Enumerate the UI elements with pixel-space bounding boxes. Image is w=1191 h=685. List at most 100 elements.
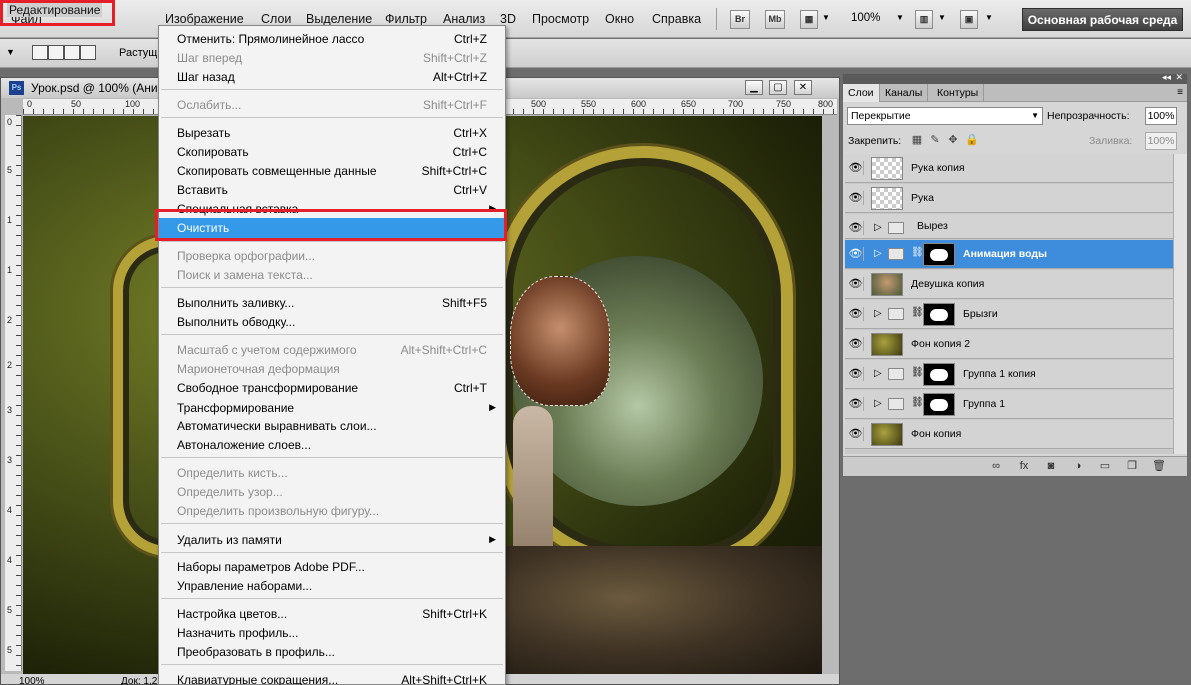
lock-pixels-icon[interactable]: ✎ xyxy=(929,134,941,146)
new-group-icon[interactable]: ▭ xyxy=(1098,460,1112,473)
new-selection-icon[interactable] xyxy=(32,45,48,60)
menu-item-spell-check[interactable]: Проверка орфографии... xyxy=(159,246,505,265)
chevron-down-icon[interactable]: ▼ xyxy=(822,13,830,22)
eye-icon[interactable]: 👁 xyxy=(848,221,864,235)
menu-item-assign-profile[interactable]: Назначить профиль... xyxy=(159,623,505,642)
eye-icon[interactable]: 👁 xyxy=(848,307,864,321)
menu-edit[interactable]: Редактирование xyxy=(7,3,103,17)
new-layer-icon[interactable]: ❐ xyxy=(1125,460,1139,473)
menu-item-pdf-presets[interactable]: Наборы параметров Adobe PDF... xyxy=(159,557,505,576)
intersect-selection-icon[interactable] xyxy=(80,45,96,60)
menu-item-fill[interactable]: Выполнить заливку... Shift+F5 xyxy=(159,293,505,312)
layer-row[interactable]: 👁 Рука xyxy=(845,184,1173,213)
menu-item-step-forward[interactable]: Шаг вперед Shift+Ctrl+Z xyxy=(159,48,505,67)
chevron-down-icon[interactable]: ▼ xyxy=(896,13,904,22)
menu-item-stroke[interactable]: Выполнить обводку... xyxy=(159,312,505,331)
tab-layers[interactable]: Слои xyxy=(843,84,880,102)
menu-item-paste[interactable]: Вставить Ctrl+V xyxy=(159,180,505,199)
menu-item-free-transform[interactable]: Свободное трансформирование Ctrl+T xyxy=(159,378,505,397)
layer-group-row[interactable]: 👁 ▷ Вырез xyxy=(845,214,1173,239)
zoom-level[interactable]: 100% xyxy=(851,12,880,24)
lock-position-icon[interactable]: ✥ xyxy=(947,134,959,146)
menu-view[interactable]: Просмотр xyxy=(532,12,589,26)
menu-item-define-shape[interactable]: Определить произвольную фигуру... xyxy=(159,501,505,520)
minimize-button[interactable]: ▁ xyxy=(745,80,763,95)
layer-group-row[interactable]: 👁 ▷ ⛓ Группа 1 xyxy=(845,390,1173,419)
menu-item-auto-blend[interactable]: Автоналожение слоев... xyxy=(159,435,505,454)
eye-icon[interactable]: 👁 xyxy=(848,397,864,411)
add-selection-icon[interactable] xyxy=(48,45,64,60)
menu-item-copy[interactable]: Скопировать Ctrl+C xyxy=(159,142,505,161)
blend-mode-select[interactable]: Перекрытие xyxy=(847,107,1043,125)
expand-arrow-icon[interactable]: ▷ xyxy=(874,368,882,379)
chevron-down-icon[interactable]: ▼ xyxy=(985,13,993,22)
menu-item-define-pattern[interactable]: Определить узор... xyxy=(159,482,505,501)
expand-arrow-icon[interactable]: ▷ xyxy=(874,248,882,259)
menu-analysis[interactable]: Анализ xyxy=(443,12,485,26)
menu-item-undo[interactable]: Отменить: Прямолинейное лассо Ctrl+Z xyxy=(159,29,505,48)
layer-row[interactable]: 👁 Фон копия 2 xyxy=(845,330,1173,359)
eye-icon[interactable]: 👁 xyxy=(848,161,864,175)
menu-item-find-replace[interactable]: Поиск и замена текста... xyxy=(159,265,505,284)
menu-filter[interactable]: Фильтр xyxy=(385,12,427,26)
extras-icon[interactable]: ▦ xyxy=(800,10,818,29)
menu-item-keyboard-shortcuts[interactable]: Клавиатурные сокращения... Alt+Shift+Ctrl… xyxy=(159,670,505,685)
opacity-field[interactable]: 100% xyxy=(1145,107,1177,125)
eye-icon[interactable]: 👁 xyxy=(848,277,864,291)
menu-item-fade[interactable]: Ослабить... Shift+Ctrl+F xyxy=(159,95,505,114)
layer-row[interactable]: 👁 Рука копия xyxy=(845,154,1173,183)
workspace-switcher[interactable]: Основная рабочая среда xyxy=(1022,8,1183,31)
menu-item-copy-merged[interactable]: Скопировать совмещенные данные Shift+Ctrl… xyxy=(159,161,505,180)
expand-arrow-icon[interactable]: ▷ xyxy=(874,398,882,409)
expand-arrow-icon[interactable]: ▷ xyxy=(874,222,882,233)
layer-row[interactable]: 👁 Девушка копия xyxy=(845,270,1173,299)
menu-item-purge[interactable]: Удалить из памяти ▶ xyxy=(159,530,505,549)
menu-image[interactable]: Изображение xyxy=(165,12,244,26)
eye-icon[interactable]: 👁 xyxy=(848,427,864,441)
screen-mode-icon[interactable]: ▣ xyxy=(960,10,978,29)
menu-3d[interactable]: 3D xyxy=(500,12,516,26)
panel-menu-icon[interactable]: ≡ xyxy=(1177,87,1183,98)
menu-item-puppet-warp[interactable]: Марионеточная деформация xyxy=(159,359,505,378)
eye-icon[interactable]: 👁 xyxy=(848,337,864,351)
menu-item-cut[interactable]: Вырезать Ctrl+X xyxy=(159,123,505,142)
lock-all-icon[interactable]: 🔒 xyxy=(965,134,979,146)
menu-item-color-settings[interactable]: Настройка цветов... Shift+Ctrl+K xyxy=(159,604,505,623)
panel-collapse-strip[interactable]: ◂◂ ✕ xyxy=(843,72,1187,84)
layer-group-row[interactable]: 👁 ▷ ⛓ Группа 1 копия xyxy=(845,360,1173,389)
menu-layers[interactable]: Слои xyxy=(261,12,291,26)
menu-item-preset-manager[interactable]: Управление наборами... xyxy=(159,576,505,595)
zoom-status[interactable]: 100% xyxy=(19,676,45,685)
link-layers-icon[interactable]: ∞ xyxy=(989,460,1003,473)
arrange-documents-icon[interactable]: ▥ xyxy=(915,10,933,29)
adjustment-layer-icon[interactable]: ◑ xyxy=(1071,460,1085,473)
trash-icon[interactable]: 🗑 xyxy=(1152,460,1166,473)
menu-item-step-back[interactable]: Шаг назад Alt+Ctrl+Z xyxy=(159,67,505,86)
tab-channels[interactable]: Каналы xyxy=(880,84,929,102)
add-mask-icon[interactable]: ◙ xyxy=(1044,460,1058,473)
eye-icon[interactable]: 👁 xyxy=(848,367,864,381)
eye-icon[interactable]: 👁 xyxy=(848,247,864,261)
mini-bridge-button[interactable]: Mb xyxy=(765,10,785,29)
expand-arrow-icon[interactable]: ▷ xyxy=(874,308,882,319)
fill-field[interactable]: 100% xyxy=(1145,132,1177,150)
collapse-icon[interactable]: ◂◂ xyxy=(1162,72,1171,83)
layer-row[interactable]: 👁 Фон копия xyxy=(845,420,1173,449)
menu-item-content-aware-scale[interactable]: Масштаб с учетом содержимого Alt+Shift+Ct… xyxy=(159,340,505,359)
layer-group-row[interactable]: 👁 ▷ ⛓ Брызги xyxy=(845,300,1173,329)
fx-icon[interactable]: fx xyxy=(1017,460,1031,473)
menu-select[interactable]: Выделение xyxy=(306,12,372,26)
close-icon[interactable]: ✕ xyxy=(1175,72,1183,83)
lock-transparency-icon[interactable]: ▦ xyxy=(911,134,923,146)
tab-paths[interactable]: Контуры xyxy=(932,84,985,102)
close-button[interactable]: ✕ xyxy=(794,80,812,95)
menu-item-transform[interactable]: Трансформирование ▶ xyxy=(159,398,505,417)
menu-item-convert-profile[interactable]: Преобразовать в профиль... xyxy=(159,642,505,661)
bridge-button[interactable]: Br xyxy=(730,10,750,29)
layers-scrollbar[interactable] xyxy=(1173,154,1187,454)
subtract-selection-icon[interactable] xyxy=(64,45,80,60)
chevron-down-icon[interactable]: ▼ xyxy=(938,13,946,22)
menu-window[interactable]: Окно xyxy=(605,12,634,26)
maximize-button[interactable]: ▢ xyxy=(769,80,787,95)
layer-group-row-selected[interactable]: 👁 ▷ ⛓ Анимация воды xyxy=(845,240,1173,269)
